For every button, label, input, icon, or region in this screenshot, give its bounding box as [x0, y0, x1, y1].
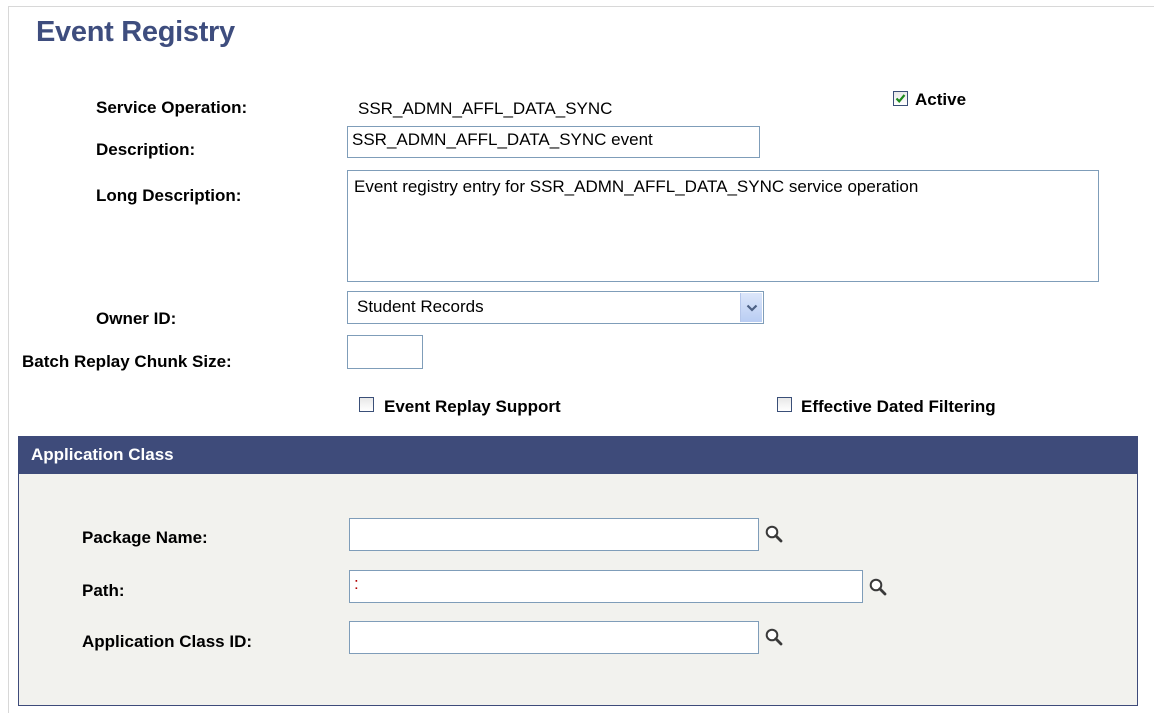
event-replay-support-checkbox[interactable] [359, 397, 374, 412]
path-input[interactable]: : [349, 570, 863, 603]
path-label: Path: [82, 581, 125, 600]
package-name-input[interactable] [349, 518, 759, 551]
service-operation-label: Service Operation: [96, 98, 248, 117]
application-class-section-header: Application Class [18, 436, 1138, 474]
batch-replay-chunk-size-label: Batch Replay Chunk Size: [22, 352, 232, 371]
owner-id-selected-value: Student Records [357, 297, 484, 316]
effective-dated-filtering-label: Effective Dated Filtering [801, 397, 996, 416]
package-name-label: Package Name: [82, 528, 208, 547]
chevron-down-icon [746, 304, 757, 312]
owner-id-select[interactable]: Student Records [347, 291, 764, 324]
description-label: Description: [96, 140, 196, 159]
checkmark-icon [895, 94, 906, 103]
dropdown-button[interactable] [740, 293, 762, 322]
active-checkbox[interactable] [893, 91, 908, 106]
service-operation-value: SSR_ADMN_AFFL_DATA_SYNC [358, 99, 613, 118]
effective-dated-filtering-checkbox[interactable] [777, 397, 792, 412]
magnifier-icon[interactable] [764, 627, 784, 647]
description-input[interactable]: SSR_ADMN_AFFL_DATA_SYNC event [347, 126, 760, 158]
application-class-header-text: Application Class [31, 445, 174, 464]
active-label: Active [915, 90, 967, 109]
application-class-id-label: Application Class ID: [82, 632, 253, 651]
long-description-label: Long Description: [96, 186, 242, 205]
page-title: Event Registry [36, 16, 235, 48]
magnifier-icon[interactable] [764, 524, 784, 544]
magnifier-icon[interactable] [868, 577, 888, 597]
application-class-id-input[interactable] [349, 621, 759, 654]
batch-replay-chunk-size-input[interactable] [347, 335, 423, 369]
long-description-textarea[interactable]: Event registry entry for SSR_ADMN_AFFL_D… [347, 170, 1099, 282]
event-replay-support-label: Event Replay Support [384, 397, 561, 416]
owner-id-label: Owner ID: [96, 309, 177, 328]
